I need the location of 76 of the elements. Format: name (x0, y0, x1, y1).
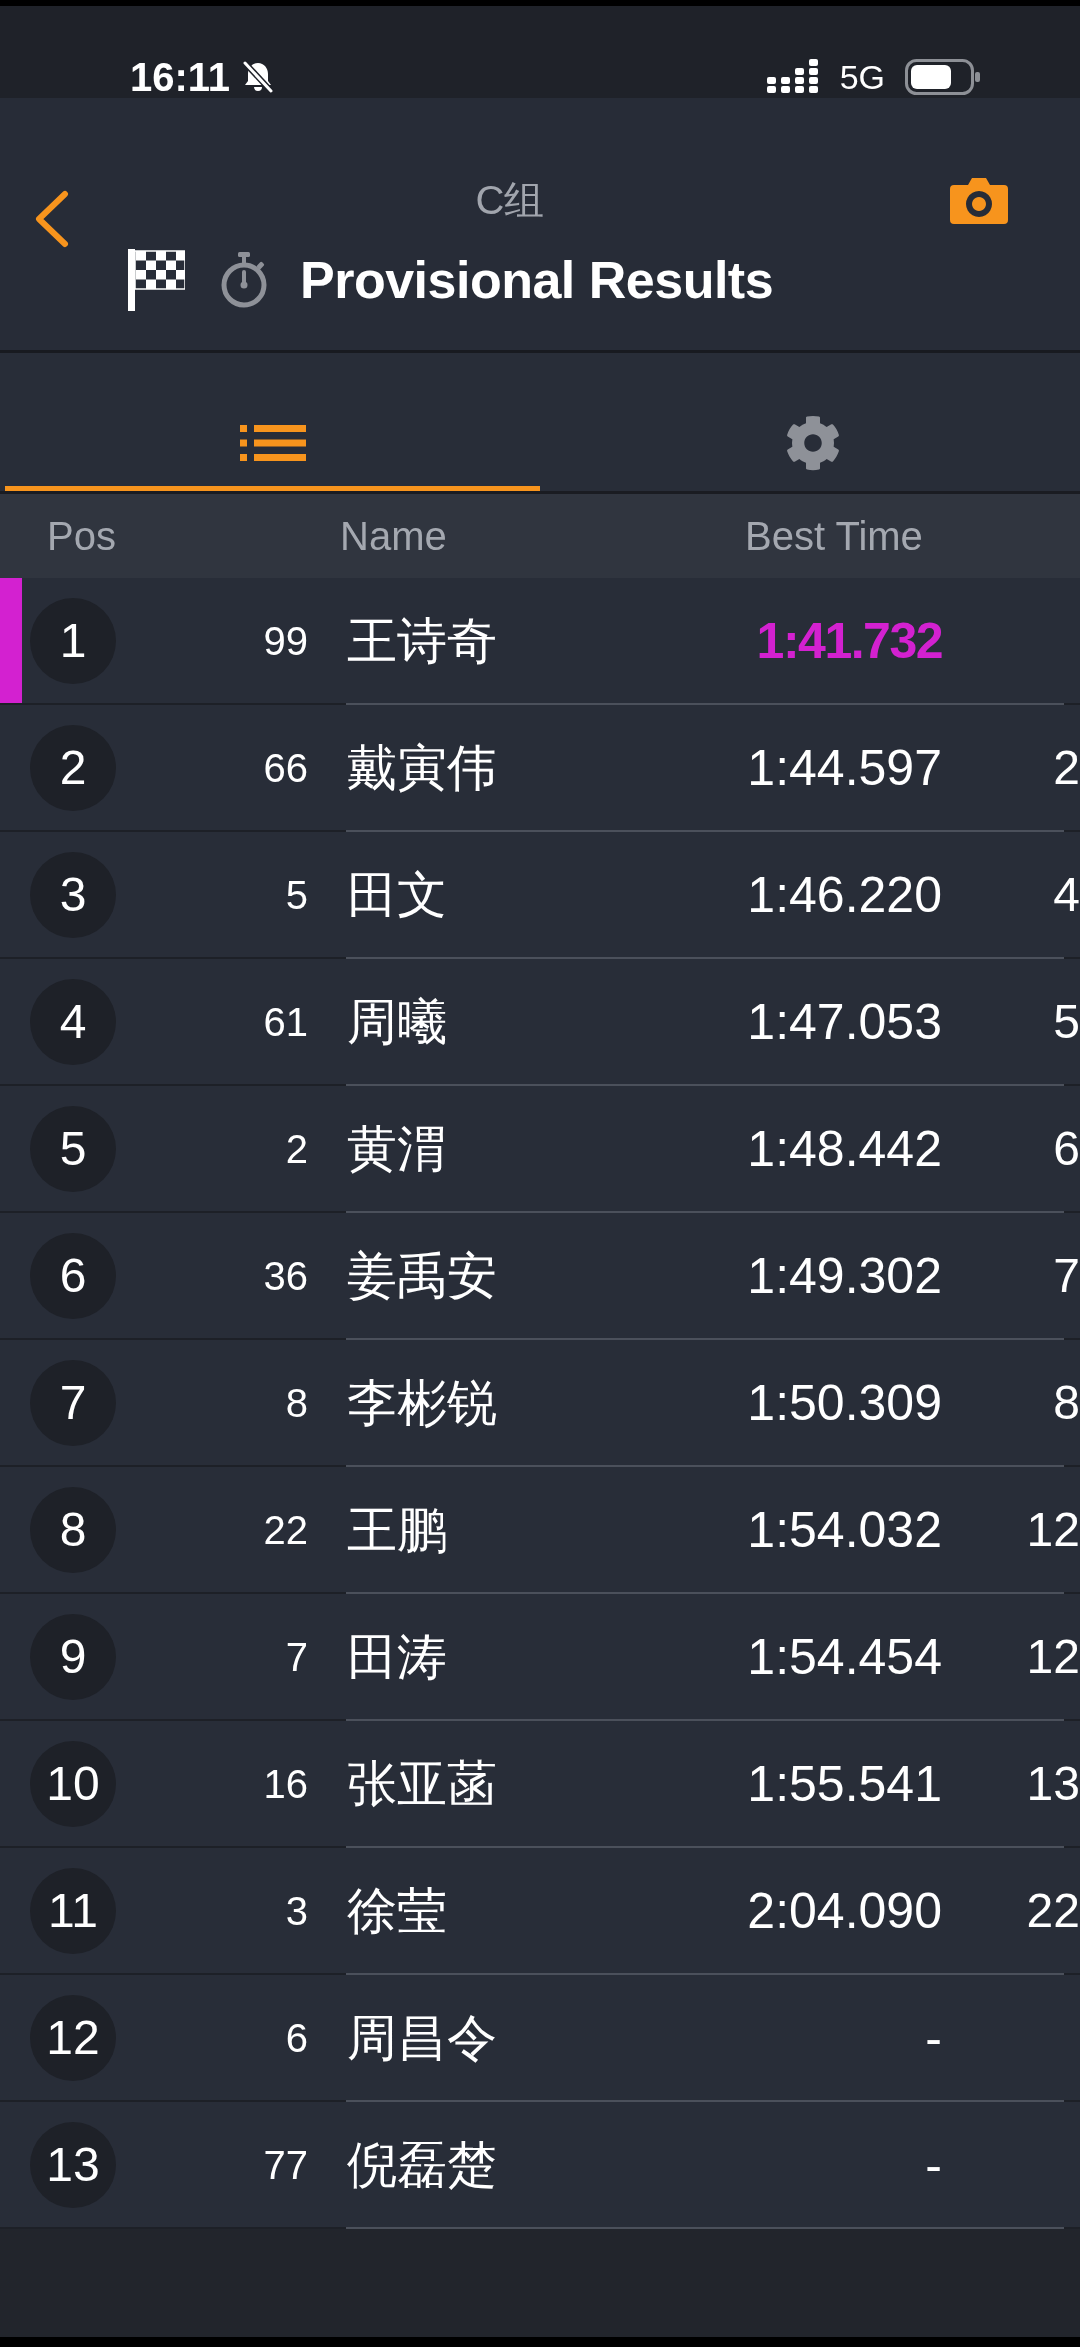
car-number: 3 (284, 1887, 308, 1935)
network-label: 5G (839, 57, 885, 98)
position-badge: 3 (30, 851, 116, 938)
driver-name: 周曦 (347, 992, 448, 1052)
position-badge: 9 (30, 1613, 116, 1700)
driver-name: 徐莹 (347, 1881, 448, 1941)
driver-name: 王鹏 (347, 1500, 448, 1560)
best-time: 1:54.454 (746, 1627, 942, 1687)
driver-name: 王诗奇 (347, 611, 498, 671)
driver-name: 周昌令 (347, 2008, 498, 2068)
driver-name: 田文 (347, 865, 448, 925)
table-cell-text: 6 (1052, 1120, 1080, 1177)
column-header: Best Time (745, 513, 924, 560)
driver-name: 田涛 (347, 1627, 448, 1687)
car-number: 66 (262, 744, 308, 792)
best-time: 1:49.302 (746, 1246, 942, 1306)
checkered-flag-icon (128, 249, 185, 311)
car-number: 2 (284, 1125, 308, 1173)
table-cell-text: 5 (1052, 993, 1080, 1050)
column-header: Name (340, 513, 448, 560)
best-time: - (924, 2135, 942, 2195)
best-time: 1:44.597 (746, 738, 942, 798)
settings-icon (784, 414, 841, 471)
best-time: - (924, 2008, 942, 2068)
car-number: 99 (262, 617, 308, 665)
driver-name: 倪磊楚 (347, 2135, 498, 2195)
position-badge: 6 (30, 1232, 116, 1319)
list-icon (239, 424, 306, 461)
car-number: 61 (262, 998, 308, 1046)
best-time: 1:54.032 (746, 1500, 942, 1560)
table-cell-text: 4 (1052, 866, 1080, 923)
best-time: 1:41.732 (755, 611, 942, 671)
position-badge: 8 (30, 1486, 116, 1573)
best-time: 1:50.309 (746, 1373, 942, 1433)
car-number: 22 (262, 1506, 308, 1554)
best-time: 1:46.220 (746, 865, 942, 925)
best-time: 1:48.442 (746, 1119, 942, 1179)
camera-icon[interactable] (950, 176, 1008, 224)
position-badge: 10 (30, 1740, 116, 1827)
table-cell-text: 2 (1052, 739, 1080, 796)
table-cell-text: 13 (1025, 1755, 1080, 1812)
table-cell-text: 7 (1052, 1247, 1080, 1304)
status-time: 16:11 (130, 56, 231, 98)
back-icon[interactable] (33, 190, 70, 248)
driver-name: 姜禹安 (347, 1246, 498, 1306)
position-badge: 4 (30, 978, 116, 1065)
group-label: C组 (474, 177, 546, 224)
car-number: 16 (262, 1760, 308, 1808)
driver-name: 张亚菡 (347, 1754, 498, 1814)
best-time: 2:04.090 (746, 1881, 942, 1941)
driver-name: 黄渭 (347, 1119, 448, 1179)
best-time: 1:55.541 (746, 1754, 942, 1814)
car-number: 36 (262, 1252, 308, 1300)
bell-slash-icon (242, 60, 275, 94)
best-time: 1:47.053 (746, 992, 942, 1052)
table-cell-text: 8 (1052, 1374, 1080, 1431)
table-cell-text: 12 (1025, 1501, 1080, 1558)
car-number: 5 (284, 871, 308, 919)
table-cell-text: 22 (1025, 1882, 1080, 1939)
position-badge: 12 (30, 1994, 116, 2081)
position-badge: 11 (30, 1867, 116, 1954)
position-badge: 2 (30, 724, 116, 811)
car-number: 6 (284, 2014, 308, 2062)
driver-name: 李彬锐 (347, 1373, 498, 1433)
car-number: 8 (284, 1379, 308, 1427)
table-cell-text: 12 (1025, 1628, 1080, 1685)
car-number: 77 (262, 2141, 308, 2189)
position-badge: 1 (30, 597, 116, 684)
position-badge: 13 (30, 2121, 116, 2208)
position-badge: 5 (30, 1105, 116, 1192)
driver-name: 戴寅伟 (347, 738, 498, 798)
position-badge: 7 (30, 1359, 116, 1446)
page-title: Provisional Results (300, 250, 774, 311)
battery-icon (905, 59, 980, 95)
column-header: Pos (47, 513, 117, 560)
car-number: 7 (284, 1633, 308, 1681)
